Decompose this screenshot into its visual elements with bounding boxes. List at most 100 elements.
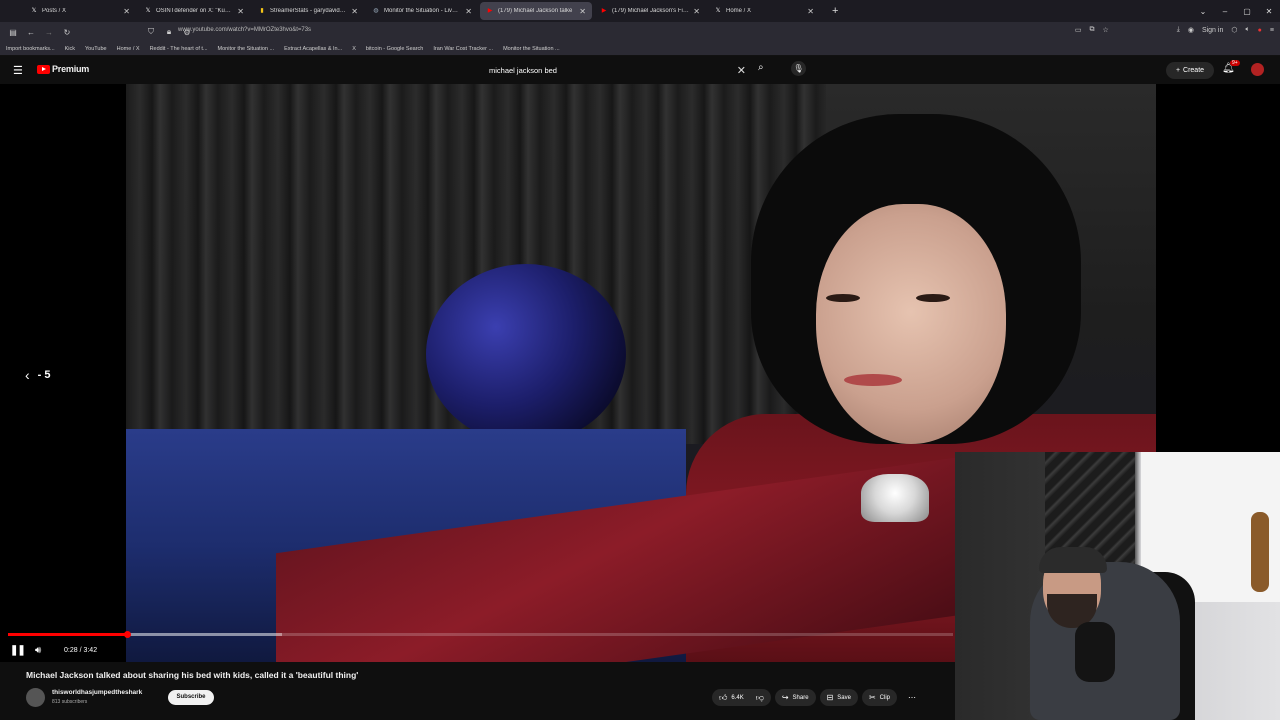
search-input[interactable]: michael jackson bed [489, 66, 557, 75]
webcam-overlay [955, 452, 1280, 720]
video-crown-brooch [861, 474, 929, 522]
bookmark-item[interactable]: Extract Acapellas & In... [284, 46, 342, 52]
cam-microphone [1075, 622, 1115, 682]
sidebar-toggle-icon[interactable]: ▤ [4, 28, 22, 37]
channel-name[interactable]: thisworldhasjumpedtheshark [52, 689, 142, 696]
x-icon: 𝕏 [715, 8, 721, 14]
browser-tab-label: (179) Michael Jackson talke [498, 8, 573, 14]
browser-tab[interactable]: ▶ (179) Michael Jackson's Final T ✕ [594, 2, 706, 20]
progress-played [8, 633, 128, 636]
reader-icon[interactable]: ▭ [1075, 26, 1082, 34]
bookmark-item[interactable]: Home / X [117, 46, 140, 52]
tab-close-icon[interactable]: ✕ [237, 7, 244, 16]
reload-icon[interactable]: ↻ [58, 28, 76, 37]
back-arrow-icon[interactable]: ← [22, 28, 40, 37]
browser-tab-label: (179) Michael Jackson's Final T [612, 8, 690, 14]
bookmarks-bar: Import bookmarks... Kick YouTube Home / X Re… [0, 42, 1280, 56]
volume-icon[interactable]: 🔊︎ [35, 642, 41, 658]
scissors-icon: ✂ [868, 693, 876, 702]
bookmark-item[interactable]: Import bookmarks... [6, 46, 55, 52]
signin-link[interactable]: Sign in [1202, 27, 1223, 34]
seek-back-button[interactable]: ‹ - 5 [25, 367, 51, 383]
microphone-icon[interactable]: 🎙︎ [791, 61, 806, 76]
share-icon: ↪ [781, 693, 789, 702]
progress-scrubber[interactable] [124, 631, 132, 638]
clip-button[interactable]: ✂ Clip [861, 689, 897, 706]
video-blue-lamp [426, 264, 626, 444]
browser-tab[interactable]: ▮ StreamerStats - garydavid Strea ✕ [252, 2, 364, 20]
bookmark-item[interactable]: X [352, 46, 356, 52]
mute-tab-icon[interactable]: 🔈︎ [1245, 26, 1249, 34]
guide-menu-icon[interactable]: ☰ [13, 64, 23, 77]
menu-icon[interactable]: ≡ [1270, 27, 1274, 34]
account-icon[interactable]: ◉ [1188, 26, 1194, 34]
more-actions-button[interactable]: ⋯ [901, 689, 923, 706]
tab-close-icon[interactable]: ✕ [123, 7, 130, 16]
youtube-play-icon [37, 64, 50, 74]
subscribe-button[interactable]: Subscribe [168, 690, 214, 705]
window-controls: ⌄ – ▢ ✕ [1192, 0, 1280, 22]
share-button[interactable]: ↪ Share [774, 689, 816, 706]
tab-close-icon[interactable]: ✕ [351, 7, 358, 16]
user-avatar[interactable] [1251, 63, 1264, 76]
like-button[interactable]: 👍︎ 6.4K 👎︎ [712, 689, 771, 706]
bookmark-item[interactable]: Reddit - The heart of t... [150, 46, 208, 52]
nav-right-tools: ▭ ⧉ ☆ ⤓ ◉ Sign in ⬡ 🔈︎ ● ≡ [1075, 26, 1274, 34]
plus-icon: + [1175, 67, 1181, 74]
notification-badge: 9+ [1230, 60, 1240, 66]
video-left-eye [826, 294, 860, 302]
search-icon[interactable]: ⌕ [758, 62, 764, 73]
minimize-icon[interactable]: – [1214, 7, 1236, 16]
new-tab-icon[interactable]: + [832, 5, 838, 17]
pip-icon[interactable]: ⧉ [1089, 26, 1094, 34]
browser-tab[interactable]: 𝕏 OSINTdefender on X: "Kuwait's ✕ [138, 2, 250, 20]
bookmark-icon: ⊟ [826, 693, 834, 702]
tab-close-icon[interactable]: ✕ [807, 7, 814, 16]
cam-guitar [1251, 512, 1269, 592]
youtube-brand-label: Premium [52, 64, 90, 74]
tab-close-icon[interactable]: ✕ [579, 7, 586, 16]
channel-avatar[interactable] [26, 688, 45, 707]
browser-tab[interactable]: 𝕏 Posts / X ✕ [24, 2, 136, 20]
extensions-icon[interactable]: ⬡ [1231, 26, 1237, 34]
create-label: Create [1183, 67, 1205, 74]
extension-red-icon[interactable]: ● [1258, 27, 1262, 34]
address-bar[interactable]: www.youtube.com/watch?v=MMrOZte3hvo&t=73… [178, 27, 311, 33]
browser-tab[interactable]: ▶ (179) Michael Jackson talke ✕ [480, 2, 592, 20]
browser-tab[interactable]: 𝕏 Home / X ✕ [708, 2, 820, 20]
clip-label: Clip [879, 694, 890, 701]
bookmark-item[interactable]: Kick [65, 46, 75, 52]
browser-tab[interactable]: ◍ Monitor the Situation - Live Gl ✕ [366, 2, 478, 20]
video-title: Michael Jackson talked about sharing his… [26, 670, 359, 680]
save-button[interactable]: ⊟ Save [819, 689, 858, 706]
window-close-icon[interactable]: ✕ [1258, 7, 1280, 16]
bookmark-item[interactable]: Monitor the Situation ... [218, 46, 275, 52]
thumbs-down-icon[interactable]: 👎︎ [756, 693, 764, 703]
search-box[interactable]: michael jackson bed ✕ [480, 62, 752, 80]
bookmark-star-icon[interactable]: ☆ [1102, 26, 1108, 34]
forward-arrow-icon[interactable]: → [40, 28, 58, 37]
download-icon[interactable]: ⤓ [1177, 26, 1180, 34]
bookmark-item[interactable]: bitcoin - Google Search [366, 46, 423, 52]
cam-streamer-cap [1039, 547, 1107, 573]
browser-tab-bar: 𝕏 Posts / X ✕ 𝕏 OSINTdefender on X: "Kuwait'… [0, 0, 1280, 22]
bookmark-item[interactable]: YouTube [85, 46, 107, 52]
maximize-icon[interactable]: ▢ [1236, 7, 1258, 16]
browser-tab-label: Posts / X [42, 8, 67, 14]
shield-icon[interactable]: ⛉ [142, 27, 160, 37]
tab-close-icon[interactable]: ✕ [465, 7, 472, 16]
bookmark-item[interactable]: Monitor the Situation ... [503, 46, 560, 52]
like-count: 6.4K [731, 694, 744, 701]
chevron-left-icon: ‹ [25, 367, 30, 383]
progress-bar[interactable] [8, 631, 953, 638]
create-button[interactable]: + Create [1166, 62, 1214, 79]
globe-icon: ◍ [373, 8, 379, 14]
youtube-logo[interactable]: Premium [37, 64, 89, 74]
pause-icon[interactable]: ❚❚ [10, 642, 26, 658]
tab-list-icon[interactable]: ⌄ [1192, 7, 1214, 16]
browser-nav-bar: ▤ ← → ↻ ⛉ 🔒︎ ⚙︎ www.youtube.com/watch?v=… [0, 22, 1280, 42]
bookmark-item[interactable]: Iran War Cost Tracker ... [433, 46, 493, 52]
clear-search-icon[interactable]: ✕ [737, 64, 746, 77]
tab-close-icon[interactable]: ✕ [693, 7, 700, 16]
more-icon: ⋯ [908, 693, 916, 702]
